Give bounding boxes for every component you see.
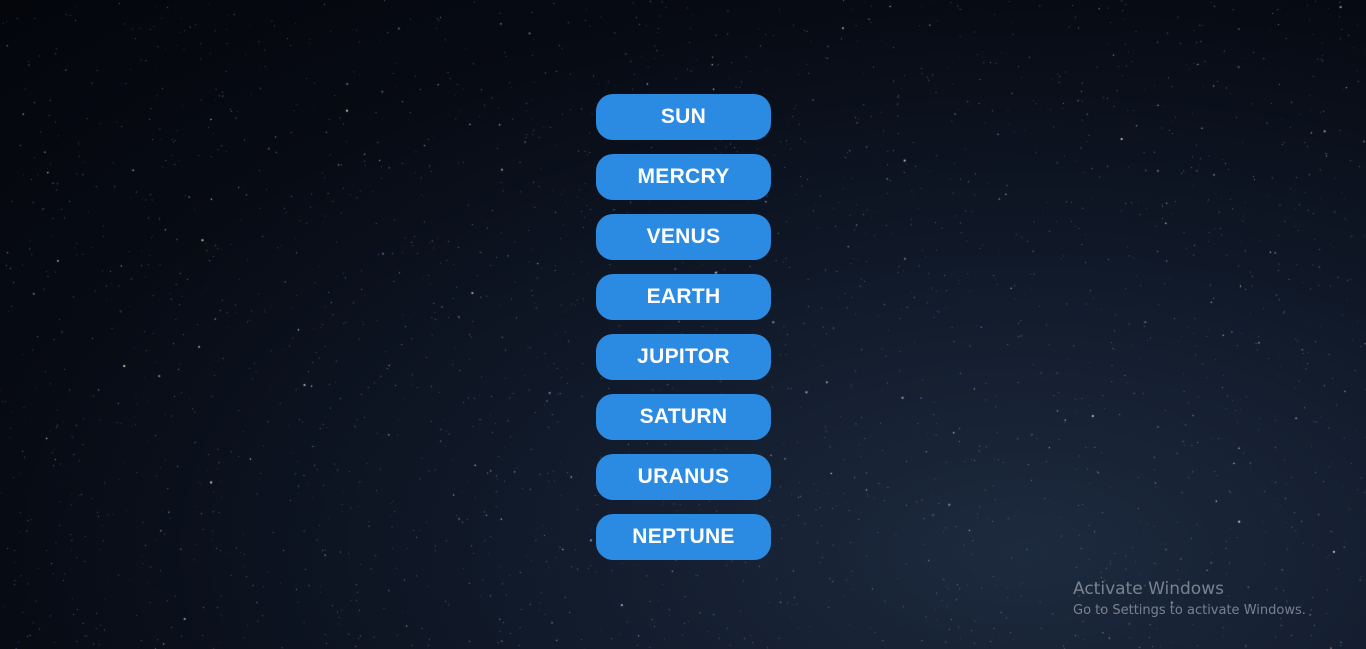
planet-button-mercury[interactable]: MERCRY: [596, 154, 771, 200]
planet-button-saturn[interactable]: SATURN: [596, 394, 771, 440]
planet-button-list: SUN MERCRY VENUS EARTH JUPITOR SATURN UR…: [596, 94, 771, 560]
planet-button-neptune[interactable]: NEPTUNE: [596, 514, 771, 560]
activate-windows-watermark: Activate Windows Go to Settings to activ…: [1073, 578, 1306, 620]
watermark-title: Activate Windows: [1073, 579, 1224, 599]
watermark-subtitle: Go to Settings to activate Windows.: [1073, 603, 1306, 618]
planet-button-earth[interactable]: EARTH: [596, 274, 771, 320]
planet-button-sun[interactable]: SUN: [596, 94, 771, 140]
planet-button-uranus[interactable]: URANUS: [596, 454, 771, 500]
planet-button-venus[interactable]: VENUS: [596, 214, 771, 260]
planet-button-jupiter[interactable]: JUPITOR: [596, 334, 771, 380]
